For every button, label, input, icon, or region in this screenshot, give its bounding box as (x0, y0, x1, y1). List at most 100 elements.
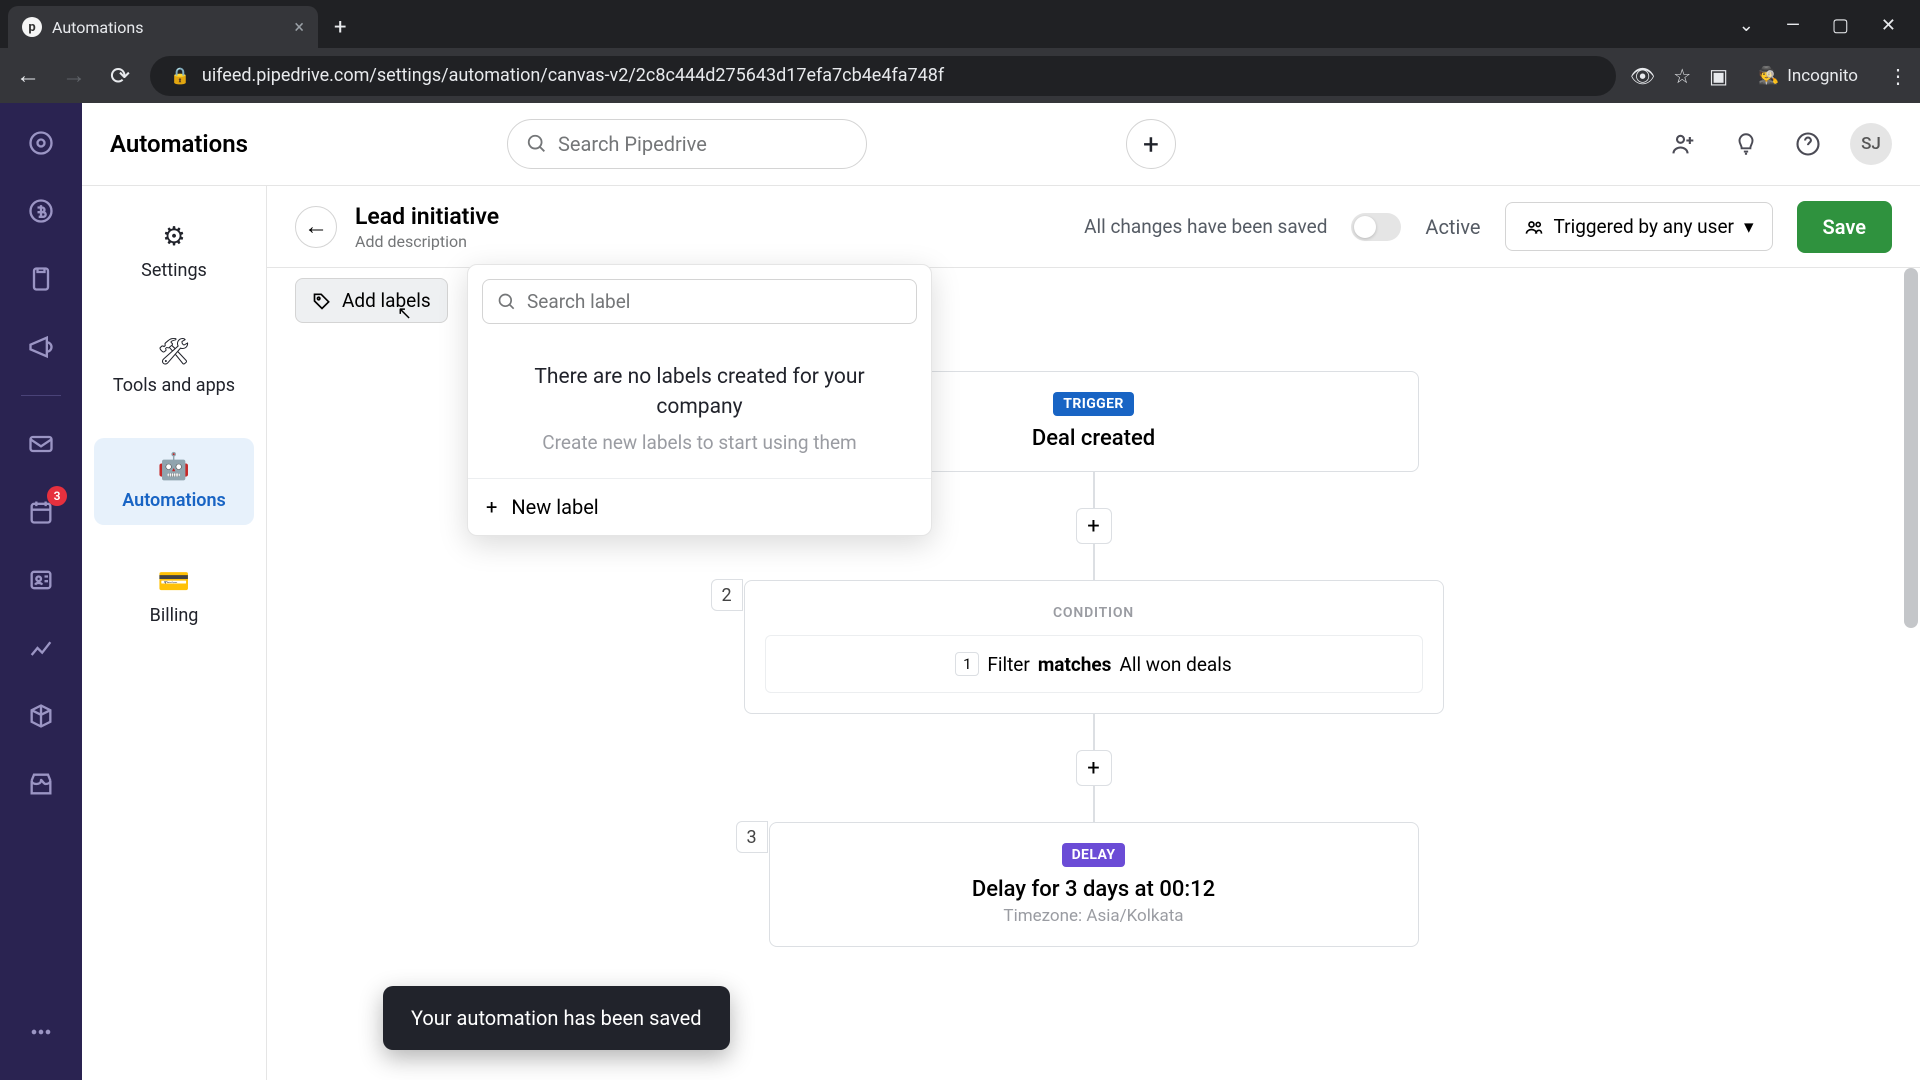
delay-timezone: Timezone: Asia/Kolkata (790, 906, 1398, 926)
page-title: Automations (110, 130, 248, 158)
step-number: 3 (736, 821, 768, 853)
condition-filter[interactable]: 1 Filter matches All won deals (765, 635, 1423, 693)
sidebar-item-label: Billing (150, 605, 199, 626)
connector (1093, 714, 1095, 750)
tag-icon (312, 291, 332, 311)
incognito-icon: 🕵️ (1758, 66, 1779, 86)
url-text: uifeed.pipedrive.com/settings/automation… (202, 65, 944, 86)
reload-icon[interactable]: ⟳ (104, 60, 136, 92)
tab-favicon: p (22, 17, 42, 37)
tab-title: Automations (52, 18, 143, 37)
settings-sidebar: ⚙ Settings 🛠 Tools and apps 🤖 Automation… (82, 186, 267, 1080)
rail-mail-icon[interactable] (21, 424, 61, 464)
incognito-badge: 🕵️ Incognito (1746, 66, 1870, 86)
delay-badge: DELAY (1062, 843, 1126, 867)
labels-row: Add labels ↖ Search label There are no l… (267, 268, 1920, 341)
labels-empty-message: There are no labels created for your com… (504, 362, 895, 423)
rail-deals-icon[interactable] (21, 191, 61, 231)
sidebar-item-tools[interactable]: 🛠 Tools and apps (94, 323, 254, 410)
connector (1093, 544, 1095, 580)
sidebar-item-settings[interactable]: ⚙ Settings (94, 208, 254, 295)
new-tab-button[interactable]: + (334, 15, 346, 40)
left-rail: 3 (0, 103, 82, 1080)
assistant-icon[interactable] (1726, 124, 1766, 164)
topbar: Automations Search Pipedrive + SJ (82, 103, 1920, 186)
automation-title[interactable]: Lead initiative (355, 203, 499, 230)
delay-card[interactable]: 3 DELAY Delay for 3 days at 00:12 Timezo… (769, 822, 1419, 947)
window-controls: ⌄ — ▢ ✕ (1739, 15, 1920, 36)
rail-marketplace-icon[interactable] (21, 764, 61, 804)
plus-icon: + (486, 495, 497, 519)
step-number: 2 (711, 579, 743, 611)
rail-leads-icon[interactable] (21, 123, 61, 163)
new-label-button[interactable]: + New label (468, 478, 931, 535)
filter-chip: 1 (955, 652, 979, 676)
rail-products-icon[interactable] (21, 696, 61, 736)
lock-icon: 🔒 (170, 66, 190, 85)
sidebar-item-label: Tools and apps (113, 375, 235, 396)
active-label: Active (1425, 215, 1480, 239)
invite-icon[interactable] (1664, 124, 1704, 164)
condition-card[interactable]: 2 CONDITION 1 Filter matches All won dea… (744, 580, 1444, 714)
labels-popover: Search label There are no labels created… (467, 264, 932, 536)
browser-tab-strip: p Automations × + ⌄ — ▢ ✕ (0, 0, 1920, 48)
back-icon[interactable]: ← (12, 60, 44, 92)
trigger-dropdown[interactable]: Triggered by any user ▾ (1505, 202, 1773, 251)
delay-title: Delay for 3 days at 00:12 (790, 877, 1398, 902)
rail-campaigns-icon[interactable] (21, 327, 61, 367)
connector (1093, 786, 1095, 822)
maximize-icon[interactable]: ▢ (1832, 15, 1849, 36)
browser-tab[interactable]: p Automations × (8, 6, 318, 48)
add-labels-button[interactable]: Add labels (295, 278, 448, 323)
quick-add-button[interactable]: + (1126, 119, 1176, 169)
condition-badge: CONDITION (1043, 601, 1144, 625)
sidebar-item-label: Settings (141, 260, 207, 281)
search-icon (497, 292, 517, 312)
add-description[interactable]: Add description (355, 232, 499, 251)
rail-divider (21, 395, 61, 396)
url-right-icons: 👁 ☆ ▣ 🕵️ Incognito ⋮ (1630, 64, 1908, 88)
browser-menu-icon[interactable]: ⋮ (1888, 64, 1908, 88)
labels-empty-sub: Create new labels to start using them (504, 431, 895, 454)
trigger-badge: TRIGGER (1053, 392, 1133, 416)
sidebar-item-label: Automations (122, 490, 226, 511)
users-icon (1524, 217, 1544, 237)
robot-icon: 🤖 (158, 452, 190, 482)
toast: Your automation has been saved (383, 986, 730, 1050)
forward-icon: → (58, 60, 90, 92)
rail-activities-icon[interactable]: 3 (21, 492, 61, 532)
label-search-input[interactable]: Search label (482, 279, 917, 324)
back-button[interactable]: ← (295, 206, 337, 248)
url-bar[interactable]: 🔒 uifeed.pipedrive.com/settings/automati… (150, 56, 1616, 96)
extension-icon[interactable]: ▣ (1709, 64, 1728, 88)
star-icon[interactable]: ☆ (1673, 64, 1691, 88)
gear-icon: ⚙ (162, 222, 185, 252)
browser-toolbar: ← → ⟳ 🔒 uifeed.pipedrive.com/settings/au… (0, 48, 1920, 103)
add-step-button[interactable]: + (1076, 750, 1112, 786)
add-step-button[interactable]: + (1076, 508, 1112, 544)
rail-more-icon[interactable] (21, 1012, 61, 1052)
eye-off-icon[interactable]: 👁 (1630, 64, 1655, 88)
scrollbar[interactable] (1902, 268, 1920, 1080)
saved-status: All changes have been saved (1084, 215, 1327, 238)
rail-insights-icon[interactable] (21, 628, 61, 668)
topbar-right: SJ (1664, 123, 1892, 165)
help-icon[interactable] (1788, 124, 1828, 164)
chevron-down-icon: ▾ (1744, 215, 1754, 238)
tab-close-icon[interactable]: × (294, 17, 304, 38)
canvas-header: ← Lead initiative Add description All ch… (267, 186, 1920, 268)
sidebar-item-billing[interactable]: 💳 Billing (94, 553, 254, 640)
card-icon: 💳 (158, 567, 190, 597)
user-avatar[interactable]: SJ (1850, 123, 1892, 165)
rail-projects-icon[interactable] (21, 259, 61, 299)
tools-icon: 🛠 (157, 337, 190, 367)
sidebar-item-automations[interactable]: 🤖 Automations (94, 438, 254, 525)
global-search[interactable]: Search Pipedrive (507, 119, 867, 169)
active-toggle[interactable] (1351, 213, 1401, 241)
minimize-icon[interactable]: — (1786, 15, 1800, 36)
rail-contacts-icon[interactable] (21, 560, 61, 600)
search-icon (526, 133, 548, 155)
save-button[interactable]: Save (1797, 201, 1892, 253)
close-window-icon[interactable]: ✕ (1881, 15, 1896, 36)
tab-dropdown-icon[interactable]: ⌄ (1739, 15, 1754, 36)
